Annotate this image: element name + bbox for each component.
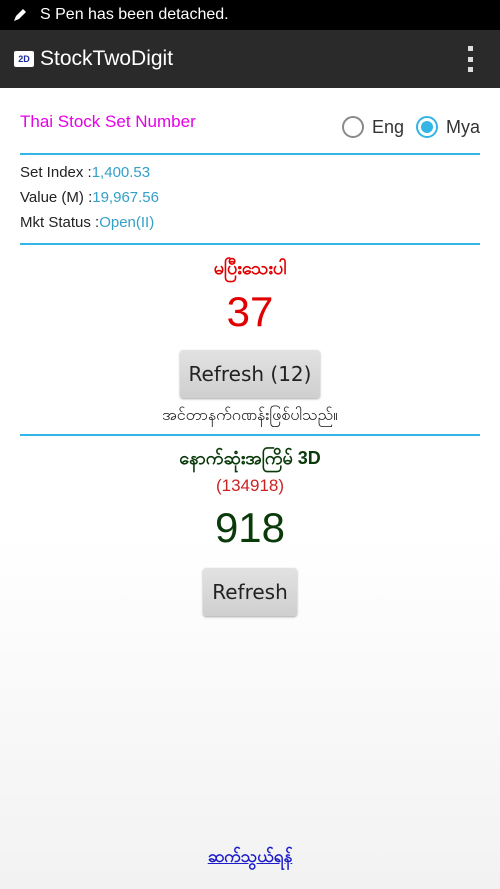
market-status-label: Mkt Status : — [20, 214, 100, 231]
divider — [20, 153, 480, 155]
two-digit-status: မပြီးသေးပါ — [213, 258, 287, 278]
contact-link[interactable]: ဆက်သွယ်ရန် — [0, 846, 500, 871]
radio-eng[interactable] — [342, 116, 364, 138]
radio-mya[interactable] — [416, 116, 439, 138]
set-index-value: 1,400.53 — [91, 164, 151, 181]
pen-icon — [0, 7, 40, 23]
two-digit-number: 37 — [226, 288, 274, 335]
divider — [20, 434, 480, 436]
overflow-menu-icon[interactable] — [468, 46, 474, 72]
page-heading: Thai Stock Set Number — [20, 112, 196, 131]
radio-eng-label[interactable]: Eng — [372, 117, 404, 138]
app-logo-icon: 2D — [14, 51, 34, 67]
set-index-row: Set Index :1,400.53 — [20, 164, 150, 181]
action-bar: 2D StockTwoDigit — [0, 30, 500, 88]
market-status-value: Open(II) — [99, 214, 155, 231]
three-digit-number: 918 — [214, 504, 286, 551]
market-status-row: Mkt Status :Open(II) — [20, 214, 154, 231]
status-bar: S Pen has been detached. — [0, 0, 500, 30]
language-selector: Eng Mya — [342, 116, 480, 138]
divider — [20, 243, 480, 245]
value-value: 19,967.56 — [92, 189, 159, 206]
radio-mya-label[interactable]: Mya — [446, 117, 480, 138]
internet-number-note: အင်တာနက်ဂဏန်းဖြစ်ပါသည်။ — [162, 407, 338, 424]
refresh-3d-button[interactable]: Refresh — [203, 568, 297, 616]
value-row: Value (M) :19,967.56 — [20, 189, 159, 206]
value-label: Value (M) : — [20, 189, 93, 206]
app-title: StockTwoDigit — [40, 47, 174, 70]
set-index-label: Set Index : — [20, 164, 92, 181]
refresh-2d-button[interactable]: Refresh (12) — [180, 350, 320, 398]
three-digit-code: (134918) — [215, 476, 285, 495]
three-digit-title: နောက်ဆုံးအကြိမ် 3D — [179, 448, 321, 468]
status-notification: S Pen has been detached. — [40, 6, 229, 23]
